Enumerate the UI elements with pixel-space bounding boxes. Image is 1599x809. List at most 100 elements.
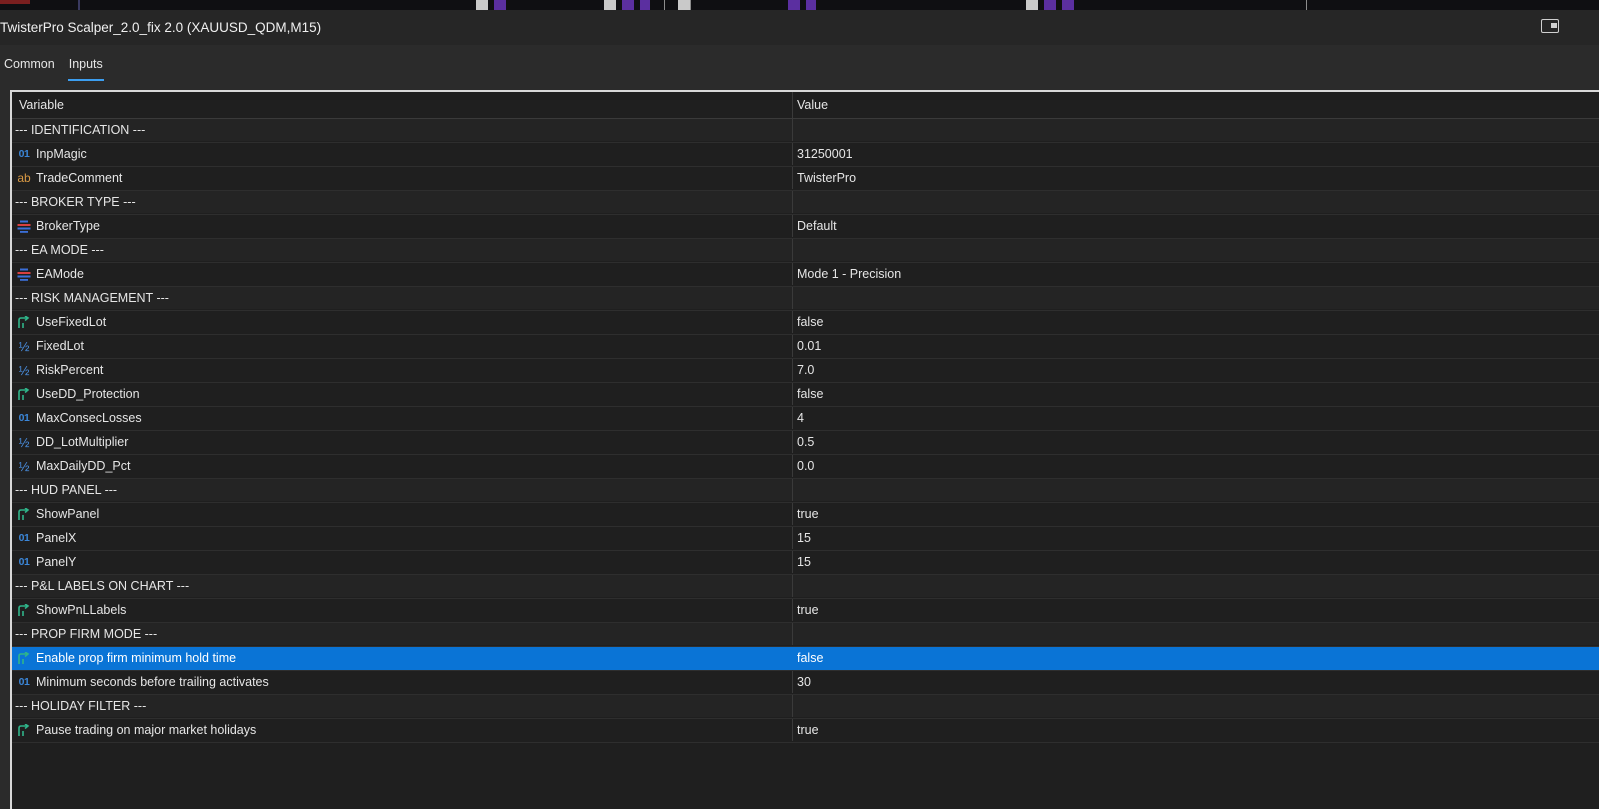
value-cell[interactable]: 15 — [793, 551, 1599, 573]
value-cell[interactable]: 4 — [793, 407, 1599, 429]
variable-cell[interactable]: Enable prop firm minimum hold time — [12, 647, 793, 669]
table-row[interactable]: ShowPnLLabels true — [12, 599, 1599, 623]
table-row[interactable]: EAMode Mode 1 - Precision — [12, 263, 1599, 287]
variable-cell[interactable]: --- PROP FIRM MODE --- — [12, 623, 793, 645]
section-label: --- IDENTIFICATION --- — [15, 123, 146, 137]
variable-cell[interactable]: --- BROKER TYPE --- — [12, 191, 793, 213]
table-row[interactable]: 01 Minimum seconds before trailing activa… — [12, 671, 1599, 695]
section-row[interactable]: --- IDENTIFICATION --- — [12, 119, 1599, 143]
section-row[interactable]: --- PROP FIRM MODE --- — [12, 623, 1599, 647]
section-label: --- BROKER TYPE --- — [15, 195, 136, 209]
variable-cell[interactable]: 01 MaxConsecLosses — [12, 407, 793, 429]
table-row[interactable]: Pause trading on major market holidays tr… — [12, 719, 1599, 743]
value-cell[interactable]: false — [793, 383, 1599, 405]
variable-cell[interactable]: --- HUD PANEL --- — [12, 479, 793, 501]
value-cell[interactable]: true — [793, 599, 1599, 621]
value-text: false — [797, 651, 824, 665]
table-row[interactable]: ShowPanel true — [12, 503, 1599, 527]
section-row[interactable]: --- P&L LABELS ON CHART --- — [12, 575, 1599, 599]
value-cell[interactable]: Mode 1 - Precision — [793, 263, 1599, 285]
section-row[interactable]: --- EA MODE --- — [12, 239, 1599, 263]
variable-name: ShowPnLLabels — [36, 603, 127, 617]
table-row[interactable]: ½ DD_LotMultiplier 0.5 — [12, 431, 1599, 455]
table-row[interactable]: ½ FixedLot 0.01 — [12, 335, 1599, 359]
value-cell[interactable]: 0.01 — [793, 335, 1599, 357]
table-row[interactable]: ab TradeComment TwisterPro — [12, 167, 1599, 191]
value-cell[interactable]: true — [793, 719, 1599, 741]
section-row[interactable]: --- RISK MANAGEMENT --- — [12, 287, 1599, 311]
column-header-variable[interactable]: Variable — [12, 92, 793, 118]
column-header-value[interactable]: Value — [793, 92, 1599, 118]
value-cell[interactable]: true — [793, 503, 1599, 525]
window-mode-icon[interactable] — [1541, 19, 1559, 33]
table-row[interactable]: UseDD_Protection false — [12, 383, 1599, 407]
variable-cell[interactable]: ab TradeComment — [12, 167, 793, 189]
variable-cell[interactable]: BrokerType — [12, 215, 793, 237]
bool-type-icon — [16, 315, 32, 329]
value-cell[interactable]: Default — [793, 215, 1599, 237]
value-cell[interactable]: false — [793, 311, 1599, 333]
variable-cell[interactable]: ShowPnLLabels — [12, 599, 793, 621]
variable-name: EAMode — [36, 267, 84, 281]
value-cell[interactable]: 7.0 — [793, 359, 1599, 381]
value-cell[interactable]: 15 — [793, 527, 1599, 549]
variable-cell[interactable]: ½ MaxDailyDD_Pct — [12, 455, 793, 477]
variable-cell[interactable]: UseFixedLot — [12, 311, 793, 333]
table-row[interactable]: Enable prop firm minimum hold time false — [12, 647, 1599, 671]
variable-cell[interactable]: --- IDENTIFICATION --- — [12, 119, 793, 141]
variable-name: MaxDailyDD_Pct — [36, 459, 131, 473]
value-cell[interactable]: TwisterPro — [793, 167, 1599, 189]
bool-type-icon — [16, 387, 32, 401]
table-row[interactable]: UseFixedLot false — [12, 311, 1599, 335]
variable-cell[interactable]: 01 PanelY — [12, 551, 793, 573]
section-row[interactable]: --- HOLIDAY FILTER --- — [12, 695, 1599, 719]
value-cell[interactable] — [793, 239, 1599, 261]
table-row[interactable]: 01 InpMagic 31250001 — [12, 143, 1599, 167]
section-row[interactable]: --- HUD PANEL --- — [12, 479, 1599, 503]
value-cell[interactable] — [793, 479, 1599, 501]
tab-inputs[interactable]: Inputs — [65, 57, 107, 81]
value-cell[interactable]: 30 — [793, 671, 1599, 693]
table-row[interactable]: 01 PanelX 15 — [12, 527, 1599, 551]
variable-name: BrokerType — [36, 219, 100, 233]
variable-name: TradeComment — [36, 171, 123, 185]
variable-cell[interactable]: EAMode — [12, 263, 793, 285]
value-cell[interactable]: 0.5 — [793, 431, 1599, 453]
variable-cell[interactable]: Pause trading on major market holidays — [12, 719, 793, 741]
value-cell[interactable] — [793, 695, 1599, 717]
value-cell[interactable] — [793, 119, 1599, 141]
table-row[interactable]: ½ RiskPercent 7.0 — [12, 359, 1599, 383]
value-cell[interactable] — [793, 575, 1599, 597]
variable-cell[interactable]: --- RISK MANAGEMENT --- — [12, 287, 793, 309]
variable-cell[interactable]: --- P&L LABELS ON CHART --- — [12, 575, 793, 597]
variable-cell[interactable]: ½ RiskPercent — [12, 359, 793, 381]
value-cell[interactable]: 0.0 — [793, 455, 1599, 477]
variable-cell[interactable]: --- HOLIDAY FILTER --- — [12, 695, 793, 717]
table-row[interactable]: BrokerType Default — [12, 215, 1599, 239]
tab-common[interactable]: Common — [0, 57, 59, 77]
value-cell[interactable] — [793, 287, 1599, 309]
variable-cell[interactable]: ½ FixedLot — [12, 335, 793, 357]
variable-cell[interactable]: --- EA MODE --- — [12, 239, 793, 261]
value-cell[interactable]: 31250001 — [793, 143, 1599, 165]
variable-cell[interactable]: ½ DD_LotMultiplier — [12, 431, 793, 453]
value-text: 15 — [797, 531, 811, 545]
value-cell[interactable] — [793, 623, 1599, 645]
table-row[interactable]: ½ MaxDailyDD_Pct 0.0 — [12, 455, 1599, 479]
window-title: TwisterPro Scalper_2.0_fix 2.0 (XAUUSD_Q… — [0, 20, 322, 35]
value-cell[interactable]: false — [793, 647, 1599, 669]
variable-cell[interactable]: UseDD_Protection — [12, 383, 793, 405]
section-row[interactable]: --- BROKER TYPE --- — [12, 191, 1599, 215]
value-cell[interactable] — [793, 191, 1599, 213]
value-text: 7.0 — [797, 363, 815, 377]
value-text: Mode 1 - Precision — [797, 267, 902, 281]
inputs-table: Variable Value --- IDENTIFICATION --- 01 I… — [10, 90, 1599, 809]
variable-cell[interactable]: 01 InpMagic — [12, 143, 793, 165]
variable-cell[interactable]: 01 PanelX — [12, 527, 793, 549]
table-row[interactable]: 01 PanelY 15 — [12, 551, 1599, 575]
table-row[interactable]: 01 MaxConsecLosses 4 — [12, 407, 1599, 431]
variable-cell[interactable]: ShowPanel — [12, 503, 793, 525]
variable-cell[interactable]: 01 Minimum seconds before trailing activa… — [12, 671, 793, 693]
tab-bar: Common Inputs — [0, 45, 1599, 90]
value-text: TwisterPro — [797, 171, 857, 185]
